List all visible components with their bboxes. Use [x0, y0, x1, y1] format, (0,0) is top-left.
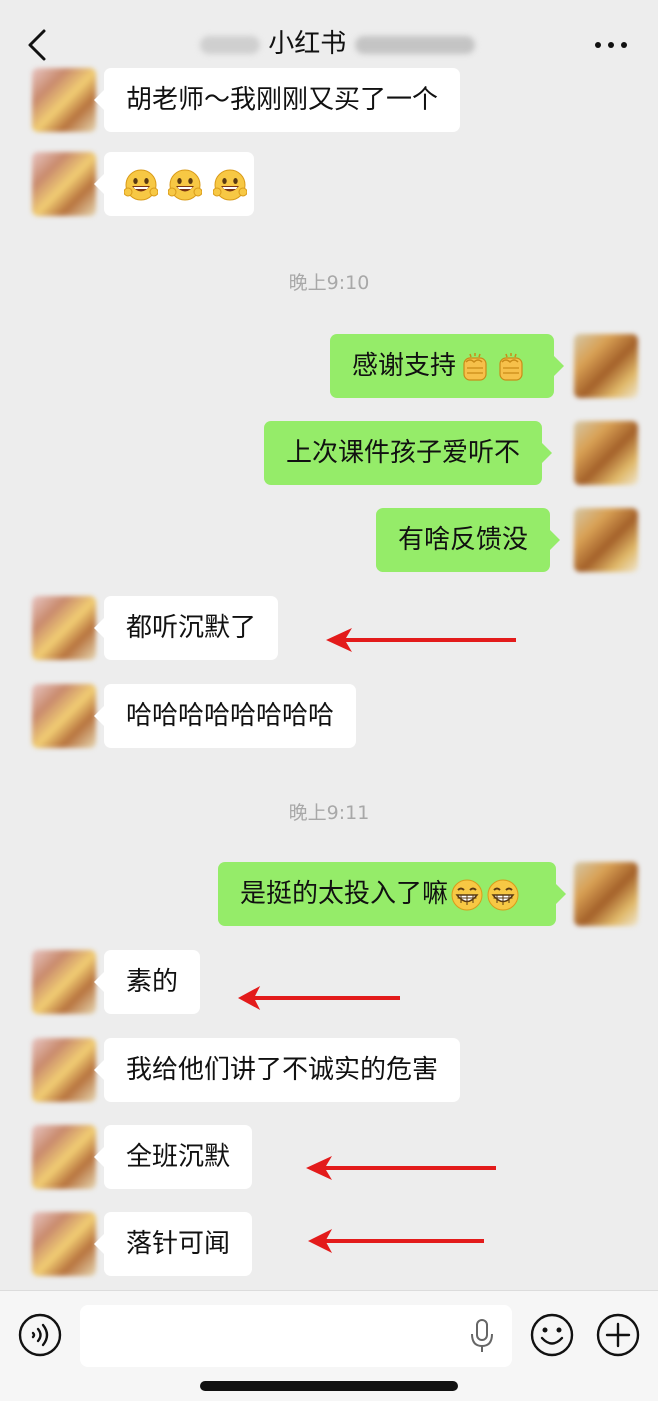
avatar[interactable]: [32, 152, 96, 216]
microphone-icon[interactable]: [468, 1318, 496, 1354]
message-bubble[interactable]: 上次课件孩子爱听不: [264, 421, 553, 485]
avatar[interactable]: [32, 1125, 96, 1189]
timestamp: 晚上9:10: [288, 272, 370, 294]
message-bubble[interactable]: 落针可闻: [93, 1212, 253, 1276]
message-bubble[interactable]: 胡老师～我刚刚又买了一个: [93, 68, 461, 132]
beaming-face-icon: [451, 878, 484, 911]
voice-icon[interactable]: [18, 1313, 62, 1357]
red-arrow-annotation: [306, 1156, 496, 1180]
message-bubble[interactable]: 哈哈哈哈哈哈哈哈: [93, 684, 357, 748]
avatar-self[interactable]: [574, 862, 638, 926]
red-arrow-annotation: [308, 1229, 484, 1253]
raised-fist-icon: [463, 351, 487, 381]
red-arrow-annotation: [326, 628, 516, 652]
avatar-self[interactable]: [574, 508, 638, 572]
smiley-icon[interactable]: [530, 1313, 574, 1357]
message-bubble[interactable]: 感谢支持: [330, 334, 564, 398]
avatar-self[interactable]: [574, 421, 638, 485]
message-bubble[interactable]: 都听沉默了: [93, 596, 279, 660]
grinning-face-icon: [212, 169, 247, 200]
avatar[interactable]: [32, 1212, 96, 1276]
message-text: 是挺的太投入了嘛: [240, 879, 449, 909]
red-arrow-annotation: [238, 986, 400, 1010]
message-bubble[interactable]: 素的: [93, 950, 201, 1014]
avatar-self[interactable]: [574, 334, 638, 398]
avatar[interactable]: [32, 596, 96, 660]
plus-icon[interactable]: [596, 1313, 640, 1357]
avatar[interactable]: [32, 1038, 96, 1102]
grinning-face-icon: [124, 169, 158, 200]
timestamp: 晚上9:11: [288, 802, 370, 824]
raised-fist-icon: [499, 351, 523, 381]
grinning-face-icon: [168, 169, 203, 200]
message-bubble[interactable]: 是挺的太投入了嘛: [218, 862, 566, 926]
avatar[interactable]: [32, 950, 96, 1014]
message-bubble[interactable]: 我给他们讲了不诚实的危害: [93, 1038, 461, 1102]
beaming-face-icon: [487, 878, 520, 911]
message-bubble[interactable]: [94, 152, 254, 216]
message-input[interactable]: [80, 1305, 512, 1367]
message-text: 感谢支持: [352, 351, 457, 381]
message-bubble[interactable]: 有啥反馈没: [376, 508, 561, 572]
home-indicator: [200, 1381, 458, 1391]
chat-messages[interactable]: 胡老师～我刚刚又买了一个 晚上9:10 感谢支持 上次课件孩子爱听不 有啥反馈没…: [0, 0, 658, 1290]
message-bubble[interactable]: 全班沉默: [93, 1125, 253, 1189]
avatar[interactable]: [32, 684, 96, 748]
avatar[interactable]: [32, 68, 96, 132]
